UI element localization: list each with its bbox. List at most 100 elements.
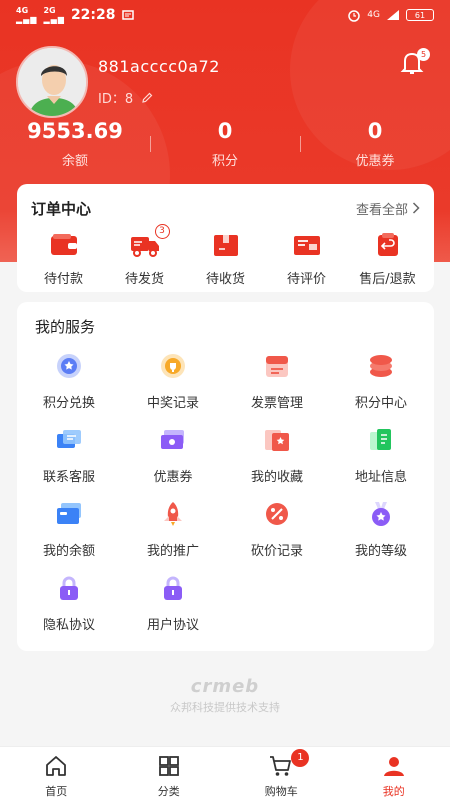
order-after-sales[interactable]: 售后/退款 <box>348 232 428 287</box>
service-label: 用户协议 <box>146 618 199 633</box>
username[interactable]: 881acccc0a72 <box>98 57 220 76</box>
order-pending-payment[interactable]: 待付款 <box>24 232 104 287</box>
tab-home[interactable]: 首页 <box>0 747 113 800</box>
signal-bars-icon <box>387 10 399 20</box>
network-type: 4G <box>367 10 380 20</box>
stat-points[interactable]: 0 积分 <box>150 118 300 169</box>
user-id-row: ID：8 <box>98 88 220 107</box>
service-customer-service[interactable]: 联系客服 <box>17 426 121 500</box>
stat-value: 0 <box>367 119 383 143</box>
account-stats: 9553.69 余额 0 积分 0 优惠券 <box>0 118 450 169</box>
coupon-icon <box>161 430 184 449</box>
alarm-icon <box>348 10 361 22</box>
order-center-header: 订单中心 查看全部 <box>17 184 434 232</box>
tab-profile[interactable]: 我的 <box>338 747 450 800</box>
service-label: 联系客服 <box>42 470 95 485</box>
status-time: 22:28 <box>70 7 116 23</box>
footer-branding: crmeb 众邦科技提供技术支持 <box>0 676 450 715</box>
order-status-row: 待付款 3 待发货 待收货 待评价 售后/退款 <box>17 224 434 287</box>
tab-label: 首页 <box>45 785 68 798</box>
service-prize-record[interactable]: 中奖记录 <box>121 352 225 426</box>
level-medal-icon <box>372 502 390 526</box>
tab-cart[interactable]: 1 购物车 <box>225 747 338 800</box>
service-label: 砍价记录 <box>250 544 303 559</box>
wallet-icon <box>50 234 77 255</box>
service-label: 积分兑换 <box>42 396 95 411</box>
service-invoice[interactable]: 发票管理 <box>225 352 329 426</box>
order-pending-shipment[interactable]: 3 待发货 <box>105 224 185 287</box>
signal-label-2: 2G <box>43 6 56 15</box>
tab-label: 我的 <box>382 785 405 798</box>
service-label: 我的等级 <box>354 544 407 559</box>
order-pending-review[interactable]: 待评价 <box>267 232 347 287</box>
bargain-icon <box>266 503 288 525</box>
service-address[interactable]: 地址信息 <box>329 426 433 500</box>
order-label: 售后/退款 <box>359 272 416 287</box>
service-label: 中奖记录 <box>146 396 199 411</box>
stat-label: 优惠券 <box>355 154 395 169</box>
points-exchange-icon <box>57 354 81 378</box>
stat-value: 9553.69 <box>27 119 123 143</box>
service-label: 积分中心 <box>354 396 407 411</box>
stat-label: 余额 <box>61 154 88 169</box>
avatar-person-icon <box>18 48 86 116</box>
service-privacy-policy[interactable]: 隐私协议 <box>17 574 121 648</box>
tab-label: 购物车 <box>264 785 298 798</box>
avatar[interactable] <box>16 46 88 118</box>
stat-balance[interactable]: 9553.69 余额 <box>0 118 150 169</box>
service-bargain[interactable]: 砍价记录 <box>225 500 329 574</box>
order-label: 待收货 <box>205 272 245 287</box>
order-label: 待发货 <box>124 272 164 287</box>
service-promotion[interactable]: 我的推广 <box>121 500 225 574</box>
view-all-label: 查看全部 <box>355 202 408 218</box>
chevron-right-icon <box>412 202 420 214</box>
privacy-lock-icon <box>60 576 78 600</box>
service-coupons[interactable]: 优惠券 <box>121 426 225 500</box>
battery-icon: 61 <box>406 9 434 21</box>
service-points-center[interactable]: 积分中心 <box>329 352 433 426</box>
service-label: 优惠券 <box>153 470 193 485</box>
status-right-group: 4G 61 <box>347 8 434 22</box>
service-label: 发票管理 <box>250 396 303 411</box>
service-label: 我的余额 <box>42 544 95 559</box>
service-label: 地址信息 <box>354 470 407 485</box>
order-center-card: 订单中心 查看全部 待付款 3 待发货 待收货 待评价 售后/退款 <box>17 184 434 292</box>
status-bar: 4G ▂▄▆ 2G ▂▄▆ 22:28 4G 61 <box>0 0 450 30</box>
home-icon <box>46 756 67 776</box>
message-icon <box>121 10 134 20</box>
service-level[interactable]: 我的等级 <box>329 500 433 574</box>
address-icon <box>370 429 391 450</box>
tab-category[interactable]: 分类 <box>113 747 226 800</box>
signal-indicator-2: 2G ▂▄▆ <box>43 6 65 24</box>
notification-button[interactable]: 5 <box>400 48 430 76</box>
favorites-icon <box>265 430 289 451</box>
user-id: ID：8 <box>98 92 134 107</box>
service-favorites[interactable]: 我的收藏 <box>225 426 329 500</box>
services-title: 我的服务 <box>35 317 96 336</box>
services-grid: 积分兑换 中奖记录 发票管理 积分中心 联系客服 优惠券 我的收藏 地址信息 我… <box>17 352 434 648</box>
order-pending-receipt[interactable]: 待收货 <box>186 232 266 287</box>
my-services-card: 我的服务 积分兑换 中奖记录 发票管理 积分中心 联系客服 优惠券 我的收藏 地… <box>17 302 434 651</box>
profile-section: 881acccc0a72 ID：8 <box>16 46 220 118</box>
service-balance[interactable]: 我的余额 <box>17 500 121 574</box>
order-label: 待评价 <box>286 272 326 287</box>
customer-service-icon <box>57 430 81 448</box>
user-icon <box>383 757 404 776</box>
service-label: 我的收藏 <box>250 470 303 485</box>
promotion-rocket-icon <box>164 502 182 526</box>
order-label: 待付款 <box>43 272 83 287</box>
service-label: 隐私协议 <box>42 618 95 633</box>
order-count-badge: 3 <box>154 224 170 239</box>
package-icon <box>213 235 238 256</box>
stat-coupons[interactable]: 0 优惠券 <box>300 118 450 169</box>
cart-count-badge: 1 <box>291 749 310 767</box>
prize-record-icon <box>161 354 185 378</box>
balance-card-icon <box>57 503 81 524</box>
edit-icon[interactable] <box>141 92 153 104</box>
signal-indicator: 4G ▂▄▆ <box>16 6 38 24</box>
bottom-tab-bar: 首页 分类 1 购物车 我的 <box>0 746 450 800</box>
view-all-orders-link[interactable]: 查看全部 <box>356 199 420 218</box>
service-points-exchange[interactable]: 积分兑换 <box>17 352 121 426</box>
stat-value: 0 <box>217 119 233 143</box>
service-user-agreement[interactable]: 用户协议 <box>121 574 225 648</box>
